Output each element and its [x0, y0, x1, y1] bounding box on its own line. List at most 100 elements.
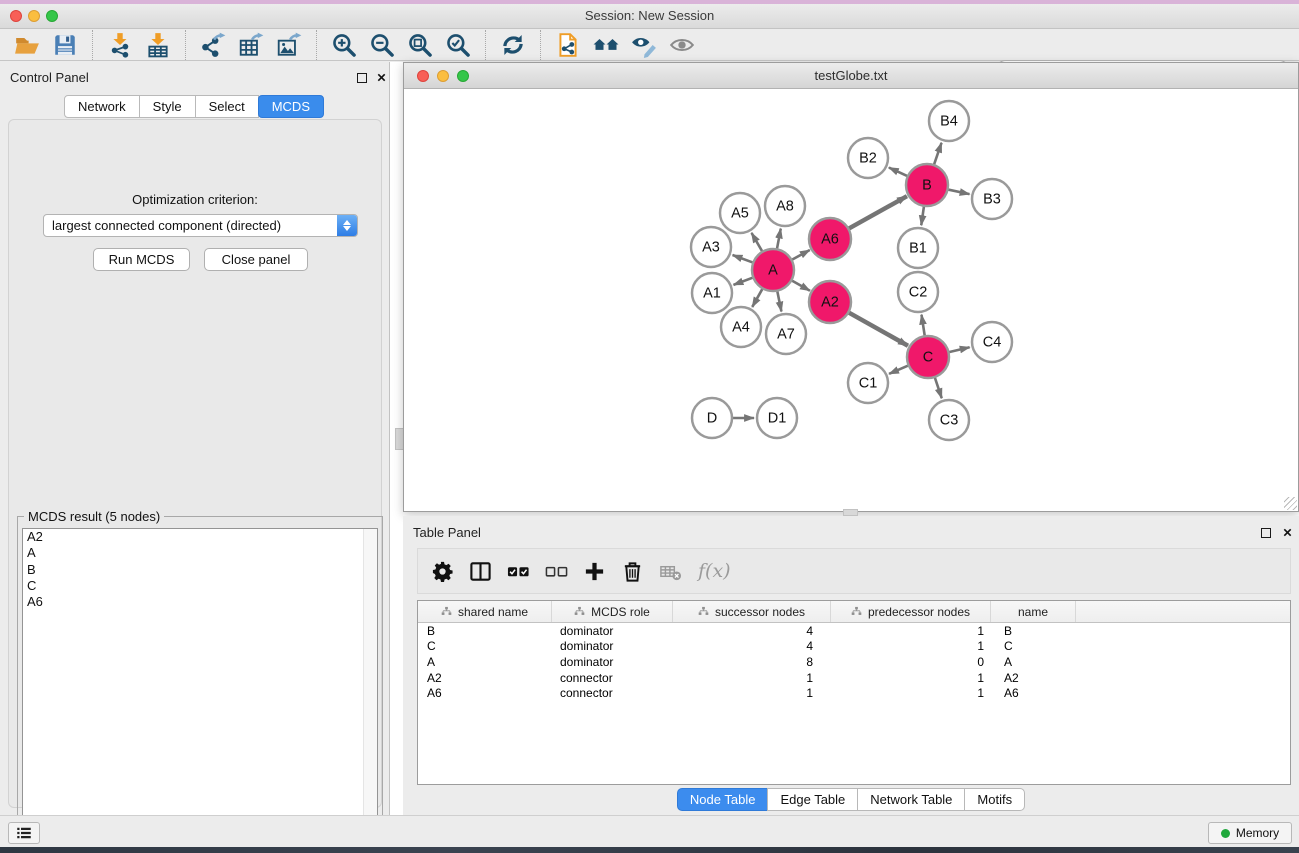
node-table[interactable]: shared nameMCDS rolesuccessor nodesprede… — [417, 600, 1291, 785]
tab-edge-table[interactable]: Edge Table — [767, 788, 858, 811]
table-cell[interactable]: A6 — [991, 686, 1076, 700]
mcds-result-item[interactable]: A — [23, 545, 377, 561]
table-cell[interactable]: A6 — [418, 686, 552, 700]
tab-network[interactable]: Network — [64, 95, 140, 118]
graph-node-D1[interactable]: D1 — [757, 398, 797, 438]
table-cell[interactable]: connector — [552, 686, 673, 700]
tab-style[interactable]: Style — [139, 95, 196, 118]
column-header-shared-name[interactable]: shared name — [418, 601, 552, 622]
table-cell[interactable]: 1 — [831, 624, 991, 638]
window-resize-grip[interactable] — [1284, 497, 1297, 510]
graph-edge-A-A4[interactable] — [752, 288, 762, 307]
graph-node-A8[interactable]: A8 — [765, 186, 805, 226]
table-cell[interactable]: dominator — [552, 639, 673, 653]
graph-node-A3[interactable]: A3 — [691, 227, 731, 267]
criterion-dropdown[interactable]: largest connected component (directed) — [43, 214, 358, 237]
function-builder-icon[interactable]: f(x) — [698, 560, 731, 582]
network-window-titlebar[interactable]: testGlobe.txt — [404, 63, 1298, 89]
graph-node-C1[interactable]: C1 — [848, 363, 888, 403]
mcds-result-item[interactable]: C — [23, 578, 377, 594]
graph-node-A1[interactable]: A1 — [692, 273, 732, 313]
graph-node-B4[interactable]: B4 — [929, 101, 969, 141]
select-all-icon[interactable] — [506, 559, 530, 583]
task-history-button[interactable] — [8, 822, 40, 844]
graph-edge-A2-C[interactable] — [848, 312, 908, 345]
main-titlebar[interactable]: Session: New Session — [0, 4, 1299, 29]
zoom-in-icon[interactable] — [329, 30, 359, 60]
import-network-icon[interactable] — [105, 30, 135, 60]
graph-node-A7[interactable]: A7 — [766, 314, 806, 354]
column-header-predecessor-nodes[interactable]: predecessor nodes — [831, 601, 991, 622]
table-cell[interactable]: C — [418, 639, 552, 653]
open-network-file-icon[interactable] — [553, 30, 583, 60]
graph-node-A6[interactable]: A6 — [809, 218, 851, 260]
graph-edge-A6-B[interactable] — [848, 196, 907, 229]
graph-node-A5[interactable]: A5 — [720, 193, 760, 233]
graph-node-C[interactable]: C — [907, 336, 949, 378]
dropdown-stepper-icon[interactable] — [337, 215, 357, 236]
table-row[interactable]: A2connector11A2 — [418, 670, 1290, 686]
graph-edge-C-C4[interactable] — [948, 347, 969, 352]
zoom-fit-icon[interactable] — [405, 30, 435, 60]
mcds-result-item[interactable]: B — [23, 562, 377, 578]
refresh-view-icon[interactable] — [498, 30, 528, 60]
graph-node-D[interactable]: D — [692, 398, 732, 438]
graph-node-B1[interactable]: B1 — [898, 228, 938, 268]
mcds-result-item[interactable]: A6 — [23, 594, 377, 610]
table-cell[interactable]: dominator — [552, 655, 673, 669]
float-table-panel-icon[interactable] — [1261, 528, 1271, 538]
table-cell[interactable]: C — [991, 639, 1076, 653]
table-cell[interactable]: B — [991, 624, 1076, 638]
add-column-icon[interactable] — [582, 559, 606, 583]
graph-edge-C-C1[interactable] — [889, 365, 909, 374]
deselect-all-icon[interactable] — [544, 559, 568, 583]
graph-edge-A-A7[interactable] — [777, 291, 781, 312]
table-row[interactable]: Adominator80A — [418, 654, 1290, 670]
table-cell[interactable]: 0 — [831, 655, 991, 669]
close-panel-icon[interactable] — [376, 72, 388, 84]
table-row[interactable]: Cdominator41C — [418, 639, 1290, 655]
table-cell[interactable]: 1 — [831, 639, 991, 653]
tab-node-table[interactable]: Node Table — [677, 788, 769, 811]
run-mcds-button[interactable]: Run MCDS — [93, 248, 190, 271]
zoom-out-icon[interactable] — [367, 30, 397, 60]
graph-node-C2[interactable]: C2 — [898, 272, 938, 312]
column-header-MCDS-role[interactable]: MCDS role — [552, 601, 673, 622]
memory-button[interactable]: Memory — [1208, 822, 1292, 844]
save-session-icon[interactable] — [50, 30, 80, 60]
zoom-selected-icon[interactable] — [443, 30, 473, 60]
mcds-result-list[interactable]: A2ABCA6 — [22, 528, 378, 848]
graph-edge-B-B3[interactable] — [948, 189, 970, 194]
column-header-successor-nodes[interactable]: successor nodes — [673, 601, 831, 622]
split-view-icon[interactable] — [468, 559, 492, 583]
graph-edge-A-A2[interactable] — [791, 280, 810, 290]
delete-column-icon[interactable] — [620, 559, 644, 583]
tab-network-table[interactable]: Network Table — [857, 788, 965, 811]
table-cell[interactable]: connector — [552, 671, 673, 685]
table-cell[interactable]: B — [418, 624, 552, 638]
export-network-icon[interactable] — [198, 30, 228, 60]
graph-edge-B-B1[interactable] — [921, 206, 924, 225]
graph-edge-A-A3[interactable] — [733, 255, 754, 263]
graph-node-B[interactable]: B — [906, 164, 948, 206]
hide-graphics-details-icon[interactable] — [629, 30, 659, 60]
table-cell[interactable]: 1 — [831, 671, 991, 685]
table-cell[interactable]: A — [991, 655, 1076, 669]
graph-edge-A-A1[interactable] — [734, 277, 754, 284]
show-graphics-details-icon[interactable] — [667, 30, 697, 60]
table-cell[interactable]: 1 — [673, 686, 831, 700]
import-table-icon[interactable] — [143, 30, 173, 60]
float-panel-icon[interactable] — [357, 73, 367, 83]
graph-edge-C-C3[interactable] — [935, 377, 942, 398]
graph-edge-A-A6[interactable] — [791, 250, 809, 260]
graph-node-C4[interactable]: C4 — [972, 322, 1012, 362]
close-panel-button[interactable]: Close panel — [204, 248, 308, 271]
table-cell[interactable]: A — [418, 655, 552, 669]
table-cell[interactable]: 1 — [673, 671, 831, 685]
network-graph[interactable]: AA1A2A3A4A5A6A7A8BB1B2B3B4CC1C2C3C4DD1 — [404, 89, 1298, 511]
graph-edge-B-B2[interactable] — [889, 168, 908, 177]
graph-node-B3[interactable]: B3 — [972, 179, 1012, 219]
graph-node-A[interactable]: A — [752, 249, 794, 291]
export-table-icon[interactable] — [236, 30, 266, 60]
delete-table-icon[interactable] — [658, 559, 682, 583]
